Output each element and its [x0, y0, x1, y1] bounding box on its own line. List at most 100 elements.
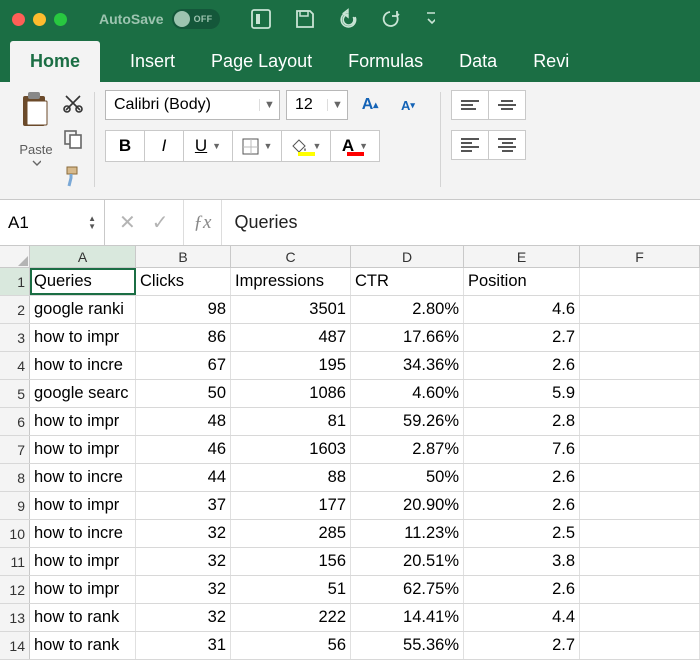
- cell[interactable]: [580, 352, 700, 379]
- cell[interactable]: Clicks: [136, 268, 231, 295]
- cell[interactable]: how to rank: [30, 604, 136, 631]
- cell[interactable]: [580, 464, 700, 491]
- row-header[interactable]: 5: [0, 380, 30, 407]
- cell[interactable]: 5.9: [464, 380, 580, 407]
- cell[interactable]: 51: [231, 576, 351, 603]
- home-icon[interactable]: [250, 8, 272, 30]
- cell[interactable]: 88: [231, 464, 351, 491]
- cell[interactable]: Position: [464, 268, 580, 295]
- cell[interactable]: [580, 548, 700, 575]
- cell[interactable]: [580, 632, 700, 659]
- cell[interactable]: CTR: [351, 268, 464, 295]
- cell[interactable]: Queries: [30, 268, 136, 295]
- cell[interactable]: 32: [136, 576, 231, 603]
- col-header-B[interactable]: B: [136, 246, 231, 267]
- quick-access-dropdown[interactable]: [426, 11, 435, 27]
- cell[interactable]: [580, 604, 700, 631]
- cell[interactable]: 46: [136, 436, 231, 463]
- row-header[interactable]: 11: [0, 548, 30, 575]
- autosave-toggle[interactable]: AutoSave OFF: [99, 9, 220, 29]
- row-header[interactable]: 12: [0, 576, 30, 603]
- col-header-D[interactable]: D: [351, 246, 464, 267]
- cell[interactable]: 487: [231, 324, 351, 351]
- cell[interactable]: 50: [136, 380, 231, 407]
- cell[interactable]: how to rank: [30, 632, 136, 659]
- accept-formula-icon[interactable]: ✓: [152, 210, 169, 235]
- cell[interactable]: 3.8: [464, 548, 580, 575]
- cut-icon[interactable]: [62, 92, 84, 119]
- cell[interactable]: how to impr: [30, 492, 136, 519]
- fx-icon[interactable]: ƒx: [183, 200, 223, 245]
- cell[interactable]: 285: [231, 520, 351, 547]
- chevron-down-icon[interactable]: ▼: [259, 99, 279, 111]
- cell[interactable]: 2.8: [464, 408, 580, 435]
- cell[interactable]: 7.6: [464, 436, 580, 463]
- save-icon[interactable]: [294, 8, 316, 30]
- cell[interactable]: 32: [136, 548, 231, 575]
- cell[interactable]: 1086: [231, 380, 351, 407]
- copy-icon[interactable]: [62, 128, 84, 155]
- row-header[interactable]: 3: [0, 324, 30, 351]
- tab-formulas[interactable]: Formulas: [342, 42, 429, 82]
- cell[interactable]: 20.51%: [351, 548, 464, 575]
- cell[interactable]: 2.87%: [351, 436, 464, 463]
- col-header-A[interactable]: A: [30, 246, 136, 267]
- cell[interactable]: 56: [231, 632, 351, 659]
- cell[interactable]: 32: [136, 520, 231, 547]
- format-painter-icon[interactable]: [62, 164, 84, 193]
- cell[interactable]: 98: [136, 296, 231, 323]
- select-all-corner[interactable]: [0, 246, 30, 267]
- cell[interactable]: [580, 436, 700, 463]
- cell[interactable]: 34.36%: [351, 352, 464, 379]
- decrease-font-size-button[interactable]: A▾: [392, 90, 424, 120]
- align-top-button[interactable]: [451, 90, 489, 120]
- cell[interactable]: 81: [231, 408, 351, 435]
- tab-review[interactable]: Revi: [527, 42, 575, 82]
- font-size-combo[interactable]: 12 ▼: [286, 90, 348, 120]
- tab-insert[interactable]: Insert: [124, 42, 181, 82]
- row-header[interactable]: 10: [0, 520, 30, 547]
- cell[interactable]: google ranki: [30, 296, 136, 323]
- italic-button[interactable]: I: [144, 130, 184, 162]
- cell[interactable]: [580, 380, 700, 407]
- cell[interactable]: [580, 520, 700, 547]
- cell[interactable]: [580, 492, 700, 519]
- cell[interactable]: how to impr: [30, 408, 136, 435]
- row-header[interactable]: 13: [0, 604, 30, 631]
- zoom-window-button[interactable]: [54, 13, 67, 26]
- cell[interactable]: [580, 268, 700, 295]
- row-header[interactable]: 2: [0, 296, 30, 323]
- fill-color-button[interactable]: ▼: [281, 130, 331, 162]
- tab-page-layout[interactable]: Page Layout: [205, 42, 318, 82]
- cell[interactable]: 156: [231, 548, 351, 575]
- cell[interactable]: 62.75%: [351, 576, 464, 603]
- redo-icon[interactable]: [382, 8, 404, 30]
- bold-button[interactable]: B: [105, 130, 145, 162]
- cell[interactable]: 67: [136, 352, 231, 379]
- cancel-formula-icon[interactable]: ✕: [119, 210, 136, 235]
- col-header-E[interactable]: E: [464, 246, 580, 267]
- close-window-button[interactable]: [12, 13, 25, 26]
- cell[interactable]: how to incre: [30, 352, 136, 379]
- row-header[interactable]: 14: [0, 632, 30, 659]
- increase-font-size-button[interactable]: A▴: [354, 90, 386, 120]
- row-header[interactable]: 9: [0, 492, 30, 519]
- cell[interactable]: 177: [231, 492, 351, 519]
- cell[interactable]: 31: [136, 632, 231, 659]
- row-header[interactable]: 8: [0, 464, 30, 491]
- cell[interactable]: 2.7: [464, 324, 580, 351]
- cell[interactable]: 195: [231, 352, 351, 379]
- minimize-window-button[interactable]: [33, 13, 46, 26]
- row-header[interactable]: 7: [0, 436, 30, 463]
- align-middle-button[interactable]: [488, 90, 526, 120]
- formula-input[interactable]: Queries: [222, 212, 700, 233]
- cell[interactable]: 2.7: [464, 632, 580, 659]
- cell[interactable]: 4.6: [464, 296, 580, 323]
- name-box[interactable]: A1 ▲▼: [0, 200, 105, 245]
- col-header-C[interactable]: C: [231, 246, 351, 267]
- cell[interactable]: 2.6: [464, 576, 580, 603]
- cell[interactable]: 17.66%: [351, 324, 464, 351]
- cell[interactable]: 20.90%: [351, 492, 464, 519]
- cell[interactable]: 48: [136, 408, 231, 435]
- font-color-button[interactable]: A▼: [330, 130, 380, 162]
